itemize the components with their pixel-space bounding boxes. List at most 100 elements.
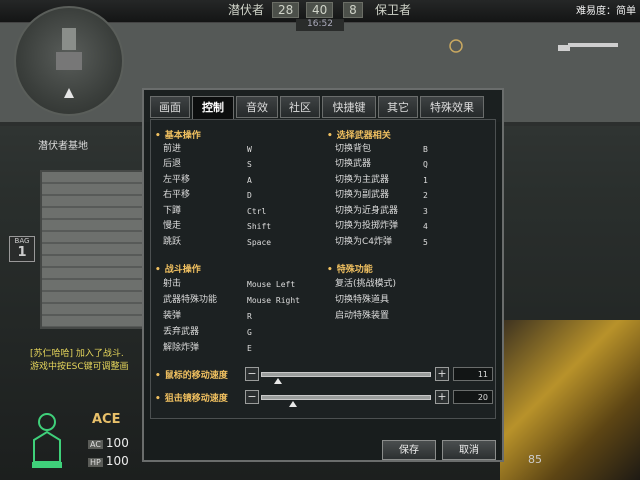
keybind-row[interactable]: 切换为副武器 2 [335,188,485,203]
keybind-row[interactable]: 前进 W [163,142,313,157]
keybind-label: 切换为副武器 [335,190,390,200]
health-value: 100 [105,454,129,468]
keybind-key: 1 [423,176,428,185]
kill-feed [448,38,628,57]
keybind-row[interactable]: 解除炸弹 E [163,341,323,356]
settings-dialog: 画面 控制 音效 社区 快捷键 其它 特殊效果 基本操作 前进 W 后退 S 左平移… [142,88,504,462]
keybind-row[interactable]: 切换为近身武器 3 [335,204,485,219]
chat-line: [苏仁哈哈] 加入了战斗. [30,349,124,359]
bag-label: BAG [14,237,30,245]
cancel-button[interactable]: 取消 [442,440,496,460]
keybind-label: 武器特殊功能 [163,295,218,305]
save-button[interactable]: 保存 [382,440,436,460]
keybind-key: Ctrl [247,207,267,216]
mouse-speed-slider-track[interactable] [261,372,431,377]
mouse-speed-decrease-button[interactable]: − [245,367,259,381]
keybind-row[interactable]: 武器特殊功能 Mouse Right [163,293,323,308]
scope-speed-slider-track[interactable] [261,395,431,400]
bag-slot: BAG 1 [9,236,35,262]
keybind-row[interactable]: 切换背包 B [335,142,485,157]
team-right-name: 保卫者 [374,3,411,17]
keybind-key: 4 [423,222,428,231]
keybind-key: 3 [423,207,428,216]
keybind-row[interactable]: 切换为主武器 1 [335,173,485,188]
mouse-speed-value: 11 [453,367,493,381]
keybind-key: B [423,145,428,154]
mouse-speed-increase-button[interactable]: + [435,367,449,381]
keybind-key: W [247,145,252,154]
keybind-row[interactable]: 切换特殊道具 [335,293,485,308]
scope-speed-increase-button[interactable]: + [435,390,449,404]
keybind-row[interactable]: 复活(挑战模式) [335,277,485,292]
keybind-key: Mouse Right [247,296,300,305]
keybind-label: 右平移 [163,190,191,200]
keybind-row[interactable]: 切换为C4炸弹 5 [335,235,485,250]
team-left-score: 28 [272,2,300,18]
keybind-label: 后退 [163,159,182,169]
keybind-row[interactable]: 左平移 A [163,173,313,188]
keybind-row[interactable]: 切换为投掷炸弹 4 [335,219,485,234]
tab-hotkeys[interactable]: 快捷键 [322,96,376,118]
keybind-key: A [247,176,252,185]
keybind-key: R [247,312,252,321]
keybind-row[interactable]: 启动特殊装置 [335,309,485,324]
scope-speed-decrease-button[interactable]: − [245,390,259,404]
health-label: HP [88,458,103,467]
tab-graphics[interactable]: 画面 [150,96,190,118]
health-stat: HP 100 [88,454,129,468]
keybind-label: 慢走 [163,221,182,231]
keybind-label: 切换为投掷炸弹 [335,221,399,231]
keybind-row[interactable]: 装弹 R [163,309,323,324]
player-soldier-icon [32,413,62,468]
mouse-speed-row: 鼠标的移动速度 − + 11 [151,365,497,385]
difficulty-label: 难易度：简单 [576,6,636,17]
scope-speed-slider-thumb[interactable] [289,401,298,407]
team-left-name: 潜伏者 [227,3,264,17]
keybind-label: 切换为主武器 [335,175,390,185]
keybind-label: 丢弃武器 [163,327,200,337]
tab-community[interactable]: 社区 [280,96,320,118]
keybind-key: Space [247,238,272,247]
keybind-key: E [247,344,252,353]
tab-other[interactable]: 其它 [378,96,418,118]
keybind-row[interactable]: 丢弃武器 G [163,325,323,340]
keybind-row[interactable]: 射击 Mouse Left [163,277,323,292]
tab-special-effects[interactable]: 特殊效果 [420,96,484,118]
keybind-row[interactable]: 跳跃 Space [163,235,313,250]
special-functions-title: 特殊功能 [327,262,373,275]
keybind-label: 复活(挑战模式) [335,279,397,289]
ace-label: ACE [92,412,121,427]
tab-controls[interactable]: 控制 [192,96,234,120]
team-right-score: 8 [343,2,363,18]
minimap [14,6,124,116]
keybind-label: 解除炸弹 [163,343,200,353]
minimap-block [56,52,82,70]
keybind-label: 跳跃 [163,237,182,247]
keybind-row[interactable]: 慢走 Shift [163,219,313,234]
mouse-speed-slider-thumb[interactable] [274,378,282,384]
keybind-row[interactable]: 右平移 D [163,188,313,203]
keybind-label: 左平移 [163,175,191,185]
scope-speed-label: 狙击镜移动速度 [155,391,228,404]
player-arrow-icon [64,88,74,98]
basic-ops-title: 基本操作 [155,128,201,141]
keybind-label: 下蹲 [163,206,182,216]
armor-value: 100 [105,436,129,450]
chat-box: [苏仁哈哈] 加入了战斗. 游戏中按ESC键可调整画 [30,348,129,374]
mouse-speed-label: 鼠标的移动速度 [155,368,228,381]
keybind-key: G [247,328,252,337]
keybind-key: Mouse Left [247,280,296,289]
chat-line: 游戏中按ESC键可调整画 [30,362,129,372]
keybind-row[interactable]: 后退 S [163,157,313,172]
keybind-row[interactable]: 切换武器 Q [335,157,485,172]
keybind-label: 切换背包 [335,144,372,154]
keybind-label: 装弹 [163,311,182,321]
keybind-row[interactable]: 下蹲 Ctrl [163,204,313,219]
gold-weapon [500,320,640,480]
armor-stat: AC 100 [88,436,129,450]
keybind-key: Q [423,160,428,169]
minimap-block [62,28,76,50]
keybind-label: 切换为C4炸弹 [335,237,393,247]
keybind-label: 切换特殊道具 [335,295,390,305]
tab-sound[interactable]: 音效 [236,96,278,118]
